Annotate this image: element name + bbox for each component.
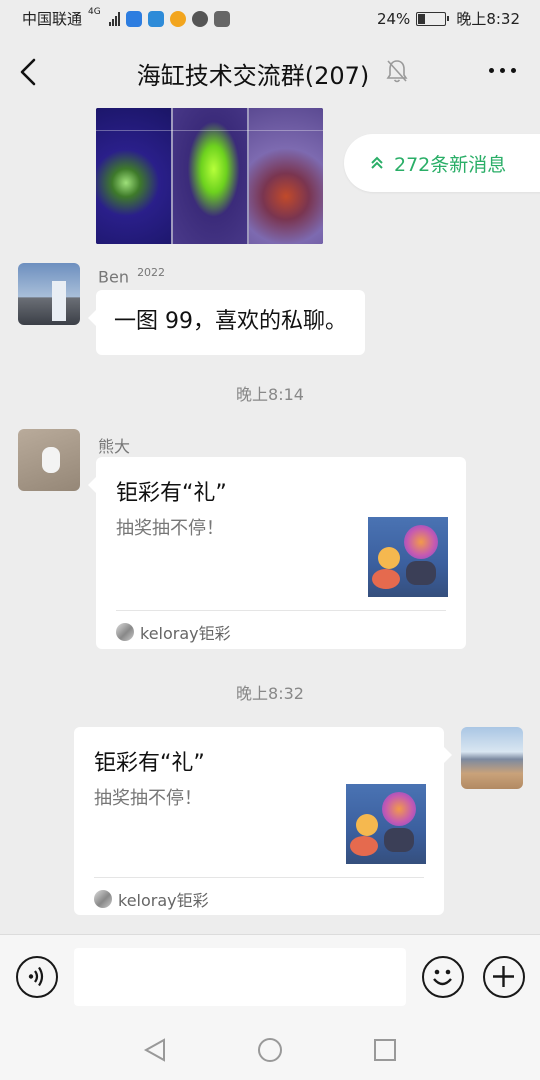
card-source-label: keloray钜彩	[118, 891, 209, 910]
clock: 晚上8:32	[456, 10, 520, 28]
sender-name: Ben 2022	[98, 266, 166, 287]
text-message[interactable]: 一图 99，喜欢的私聊。	[88, 290, 365, 355]
double-chevron-up-icon	[371, 156, 383, 169]
card-description: 抽奖抽不停！	[94, 788, 202, 809]
battery-icon	[416, 11, 450, 26]
system-nav-bar	[0, 1020, 540, 1080]
message-input[interactable]	[74, 948, 406, 1006]
page-title: 海缸技术交流群(207)	[136, 62, 370, 90]
orange-app-icon	[169, 10, 186, 27]
nav-home-icon[interactable]	[257, 1037, 283, 1063]
signal-icon	[108, 11, 120, 26]
card-source: keloray钜彩	[94, 887, 209, 911]
voice-icon[interactable]	[16, 956, 58, 998]
mail-app-icon	[213, 10, 230, 27]
nav-recents-icon[interactable]	[372, 1037, 398, 1063]
link-card[interactable]: 钜彩有“礼” 抽奖抽不停！ keloray钜彩	[74, 727, 452, 915]
new-messages-label: 272条新消息	[394, 153, 507, 176]
status-bar: 中国联通 4G 24% 晚上8:32	[0, 0, 540, 36]
card-source-label: keloray钜彩	[140, 624, 231, 643]
more-dots-icon[interactable]	[489, 68, 516, 73]
source-logo-icon	[116, 623, 134, 641]
input-bar	[0, 934, 540, 1020]
link-card[interactable]: 钜彩有“礼” 抽奖抽不停！ keloray钜彩	[88, 457, 466, 649]
sender-name: 熊大	[98, 437, 131, 456]
coral-photo-1	[96, 108, 171, 244]
avatar[interactable]	[461, 727, 523, 789]
chat-header: 海缸技术交流群(207)	[0, 36, 540, 108]
emoji-icon[interactable]	[422, 956, 464, 998]
source-logo-icon	[94, 890, 112, 908]
nav-back-icon[interactable]	[142, 1037, 168, 1063]
card-thumbnail	[346, 784, 426, 864]
app-notification-icon	[125, 10, 142, 27]
card-title: 钜彩有“礼”	[116, 481, 227, 506]
coral-photo-3	[249, 108, 323, 244]
timestamp: 晚上8:14	[236, 385, 304, 404]
divider	[116, 610, 446, 611]
globe-app-icon	[191, 10, 208, 27]
sender-suffix: 2022	[137, 266, 166, 279]
avatar[interactable]	[18, 263, 80, 325]
new-messages-button[interactable]: 272条新消息	[344, 134, 540, 192]
avatar[interactable]	[18, 429, 80, 491]
cloud-app-icon	[147, 10, 164, 27]
carrier-label: 中国联通	[22, 10, 83, 28]
plus-icon[interactable]	[483, 956, 525, 998]
bell-muted-icon	[386, 60, 408, 83]
shared-image[interactable]	[96, 108, 323, 244]
coral-photo-2	[173, 108, 247, 244]
chat-messages[interactable]: 272条新消息 Ben 2022 一图 99，喜欢的私聊。 晚上8:14 熊大 …	[0, 108, 540, 934]
card-description: 抽奖抽不停！	[116, 518, 224, 539]
timestamp: 晚上8:32	[236, 684, 304, 703]
card-title: 钜彩有“礼”	[94, 751, 205, 776]
divider	[94, 877, 424, 878]
network-type-label: 4G	[88, 7, 101, 17]
card-thumbnail	[368, 517, 448, 597]
battery-percent: 24%	[376, 9, 411, 28]
card-source: keloray钜彩	[116, 620, 231, 644]
